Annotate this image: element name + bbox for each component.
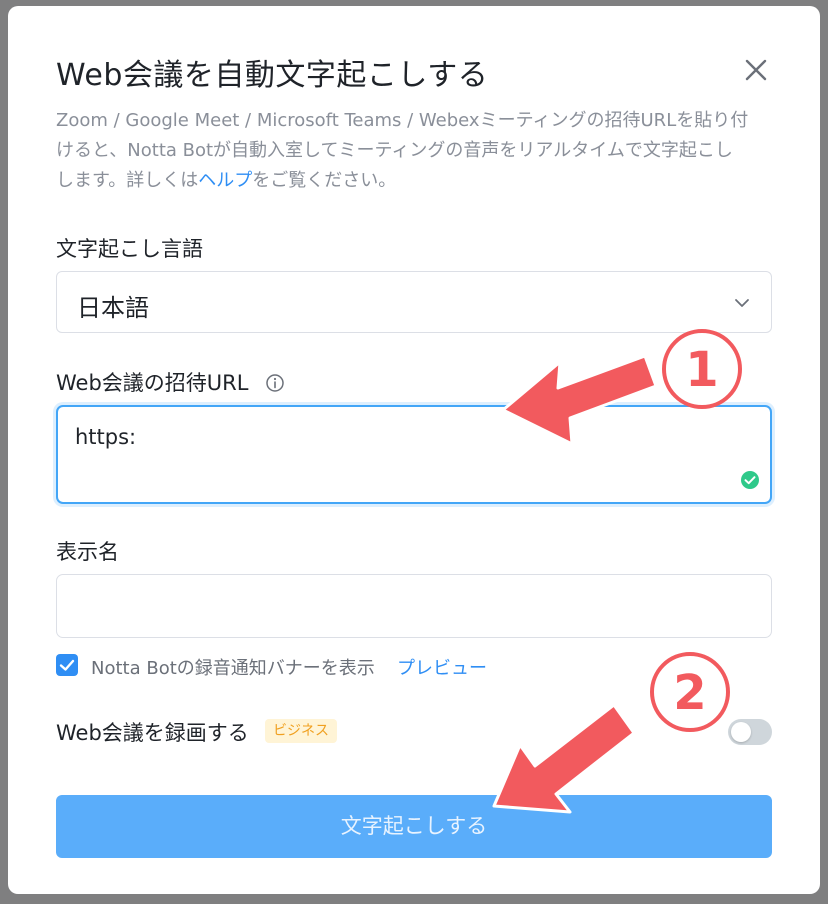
- notification-banner-label: Notta Botの録音通知バナーを表示: [91, 658, 375, 679]
- record-meeting-label: Web会議を録画する: [56, 721, 249, 745]
- dialog-title: Web会議を自動文字起こしする: [56, 58, 489, 93]
- preview-link[interactable]: プレビュー: [397, 654, 487, 680]
- help-link[interactable]: ヘルプ: [198, 170, 252, 191]
- language-value: 日本語: [77, 294, 149, 322]
- url-value: https:: [75, 425, 137, 449]
- close-icon[interactable]: [742, 56, 770, 84]
- url-label: Web会議の招待URL: [56, 371, 249, 395]
- description-line: Zoom / Google Meet / Microsoft Teams / W…: [56, 110, 749, 131]
- check-circle-icon: [741, 471, 759, 489]
- language-label: 文字起こし言語: [56, 237, 203, 261]
- notification-banner-checkbox[interactable]: [56, 654, 78, 676]
- checkmark-icon: [59, 659, 75, 671]
- description-line: します。詳しくはヘルプをご覧ください。: [56, 170, 397, 191]
- start-transcription-button[interactable]: 文字起こしする: [56, 795, 772, 858]
- record-meeting-toggle[interactable]: [728, 719, 772, 745]
- url-label-row: Web会議の招待URL: [56, 367, 285, 397]
- description-line: けると、Notta Botが自動入室してミーティングの音声をリアルタイムで文字起…: [56, 140, 733, 161]
- chevron-down-icon: [735, 299, 749, 307]
- meeting-url-input[interactable]: https:: [56, 405, 772, 504]
- dialog-description: Zoom / Google Meet / Microsoft Teams / W…: [56, 106, 776, 196]
- business-plan-badge: ビジネス: [265, 719, 337, 743]
- transcription-dialog: Web会議を自動文字起こしする Zoom / Google Meet / Mic…: [8, 6, 820, 894]
- display-name-input[interactable]: [56, 574, 772, 638]
- display-name-label: 表示名: [56, 540, 119, 564]
- language-select[interactable]: 日本語: [56, 271, 772, 333]
- info-icon[interactable]: [265, 373, 285, 393]
- toggle-knob: [731, 722, 751, 742]
